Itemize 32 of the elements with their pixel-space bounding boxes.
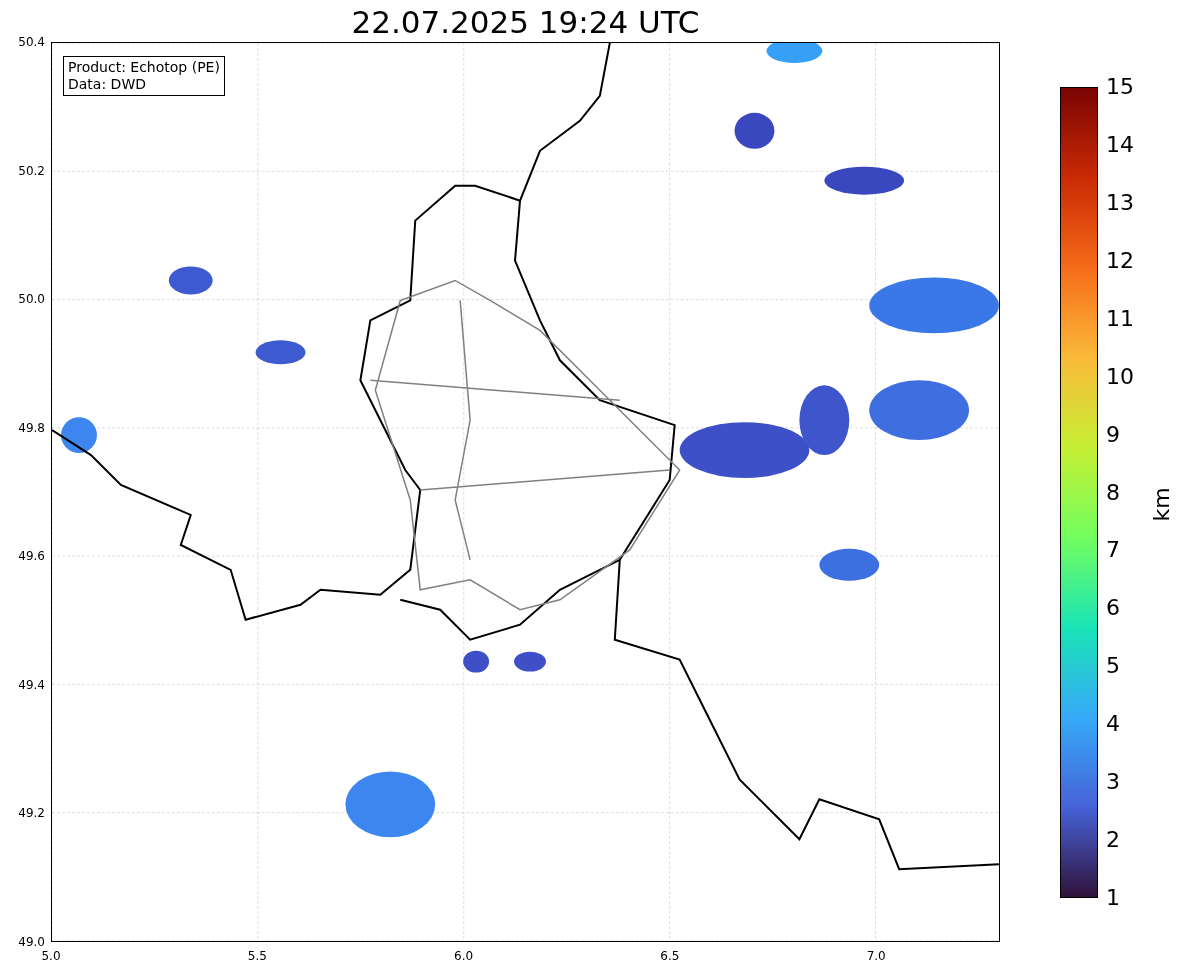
- y-tick-label: 49.8: [18, 420, 45, 435]
- colorbar-tick-label: 8: [1106, 480, 1120, 505]
- colorbar-tick-label: 14: [1106, 132, 1134, 157]
- colorbar-tick-label: 7: [1106, 538, 1120, 563]
- x-tick-label: 5.0: [41, 949, 61, 963]
- colorbar-tick-label: 1: [1106, 886, 1120, 910]
- y-tick-label: 49.0: [18, 935, 45, 949]
- colorbar-tick-label: 2: [1106, 828, 1120, 853]
- x-tick-label: 5.5: [247, 949, 267, 963]
- colorbar-tick-label: 10: [1106, 364, 1134, 389]
- colorbar-tick-label: 12: [1106, 248, 1134, 273]
- colorbar-label: km: [1148, 487, 1174, 522]
- colorbar-tick-label: 3: [1106, 770, 1120, 795]
- y-tick-label: 50.4: [18, 35, 45, 49]
- colorbar-tick-label: 15: [1106, 75, 1134, 99]
- colorbar-tick-label: 6: [1106, 596, 1120, 621]
- colorbar-tick-label: 11: [1106, 306, 1134, 331]
- colorbar-tick-label: 5: [1106, 654, 1120, 679]
- colorbar-tick-label: 4: [1106, 712, 1120, 737]
- y-tick-label: 50.0: [18, 292, 45, 307]
- x-tick-label: 6.0: [454, 949, 474, 963]
- y-tick-label: 49.6: [18, 549, 45, 564]
- colorbar-tick-label: 9: [1106, 422, 1120, 447]
- x-tick-label: 6.5: [660, 949, 680, 963]
- legend-text: Product: Echotop (PE): [68, 59, 220, 76]
- y-tick-label: 49.4: [18, 677, 45, 692]
- y-tick-label: 49.2: [18, 806, 45, 821]
- chart-title: 22.07.2025 19:24 UTC: [351, 4, 700, 42]
- legend-text: Data: DWD: [68, 76, 147, 93]
- x-tick-label: 7.0: [866, 949, 886, 963]
- colorbar-tick-label: 13: [1106, 190, 1134, 215]
- y-tick-label: 50.2: [18, 163, 45, 178]
